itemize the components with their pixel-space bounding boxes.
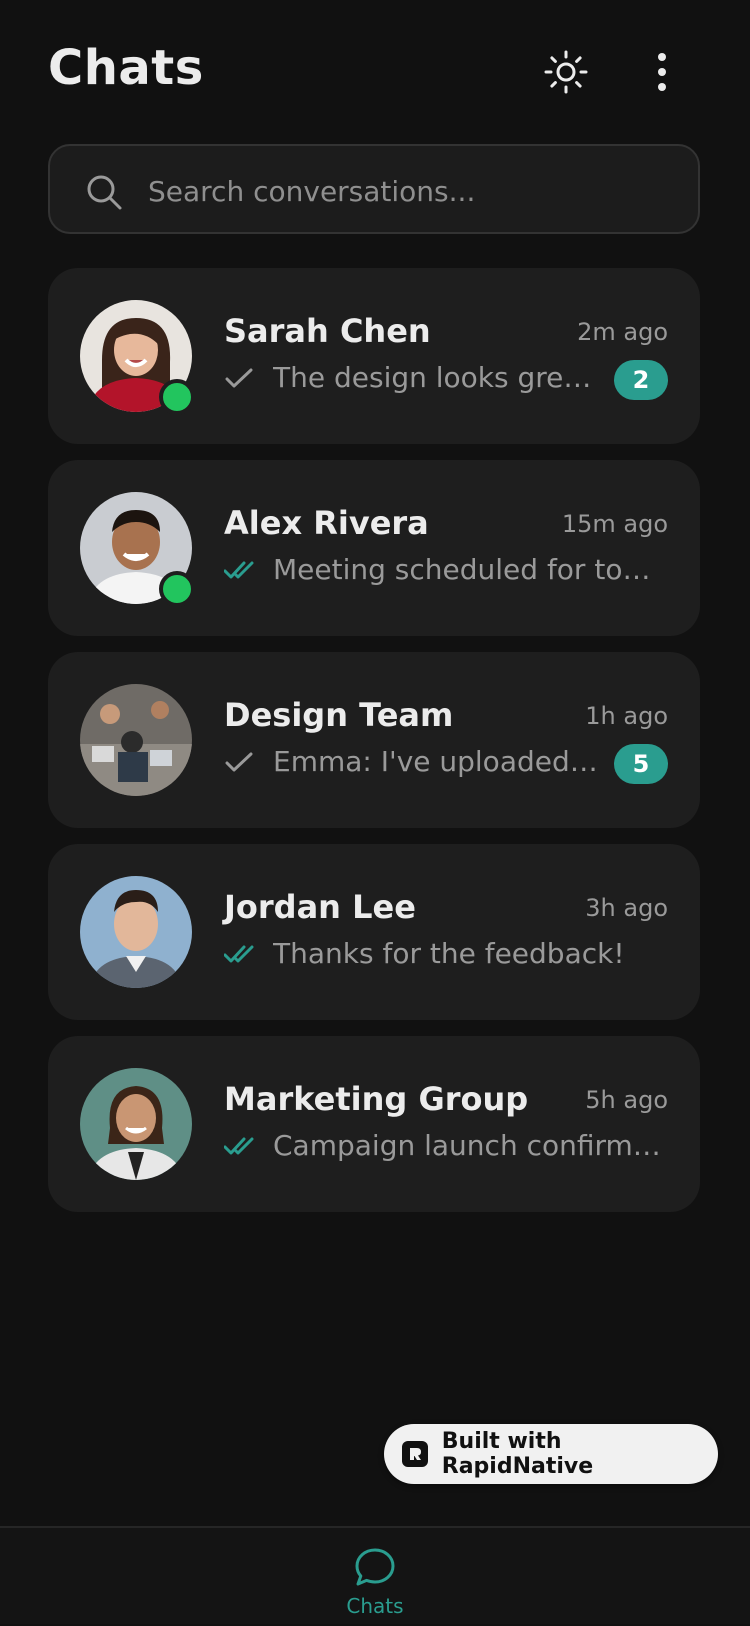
- built-with-label: Built with RapidNative: [441, 1429, 594, 1479]
- double-check-icon: [224, 945, 254, 963]
- avatar: [80, 684, 192, 796]
- sun-icon: [544, 50, 588, 94]
- check-icon: [225, 752, 253, 772]
- chat-item-sarah-chen[interactable]: Sarah Chen 2m ago The design looks great…: [48, 268, 700, 444]
- chat-name: Design Team: [224, 696, 454, 734]
- chat-preview: Meeting scheduled for tomo...: [273, 553, 668, 586]
- chat-time: 3h ago: [585, 894, 668, 922]
- unread-badge: 5: [614, 744, 668, 784]
- chat-item-marketing-group[interactable]: Marketing Group 5h ago Campaign launch c…: [48, 1036, 700, 1212]
- chat-preview: Thanks for the feedback!: [273, 937, 625, 970]
- more-vertical-icon: [658, 53, 666, 91]
- double-check-icon: [224, 1137, 254, 1155]
- chat-name: Jordan Lee: [224, 888, 416, 926]
- search-bar[interactable]: [48, 144, 700, 234]
- double-check-icon: [224, 561, 254, 579]
- online-indicator: [159, 571, 195, 607]
- nav-tab-chats[interactable]: Chats: [325, 1546, 425, 1626]
- nav-tab-label: Chats: [346, 1594, 404, 1618]
- chat-time: 2m ago: [577, 318, 668, 346]
- chat-name: Marketing Group: [224, 1080, 529, 1118]
- chat-time: 1h ago: [585, 702, 668, 730]
- chat-item-jordan-lee[interactable]: Jordan Lee 3h ago Thanks for the feedbac…: [48, 844, 700, 1020]
- page-title: Chats: [48, 40, 204, 96]
- search-icon: [87, 175, 122, 210]
- search-input[interactable]: [146, 164, 670, 218]
- chat-preview: The design looks great! L...: [273, 361, 605, 394]
- chat-time: 5h ago: [585, 1086, 668, 1114]
- chat-time: 15m ago: [561, 510, 668, 538]
- chat-bubble-icon: [355, 1548, 395, 1586]
- chat-name: Alex Rivera: [224, 504, 429, 542]
- chat-list: Sarah Chen 2m ago The design looks great…: [48, 268, 700, 1228]
- theme-toggle-button[interactable]: [538, 44, 594, 100]
- unread-badge: 2: [614, 360, 668, 400]
- more-options-button[interactable]: [634, 44, 690, 100]
- online-indicator: [159, 379, 195, 415]
- chat-item-design-team[interactable]: Design Team 1h ago Emma: I've uploaded t…: [48, 652, 700, 828]
- check-icon: [225, 368, 253, 388]
- avatar: [80, 1068, 192, 1180]
- avatar: [80, 876, 192, 988]
- rapidnative-logo-icon: [402, 1441, 428, 1467]
- built-with-badge[interactable]: Built with RapidNative: [384, 1424, 718, 1484]
- chat-name: Sarah Chen: [224, 312, 431, 350]
- chat-item-alex-rivera[interactable]: Alex Rivera 15m ago Meeting scheduled fo…: [48, 460, 700, 636]
- chat-preview: Emma: I've uploaded the...: [273, 745, 605, 778]
- app-header: Chats: [0, 0, 750, 140]
- bottom-nav: Chats: [0, 1526, 750, 1624]
- chat-preview: Campaign launch confirmed ...: [273, 1129, 668, 1162]
